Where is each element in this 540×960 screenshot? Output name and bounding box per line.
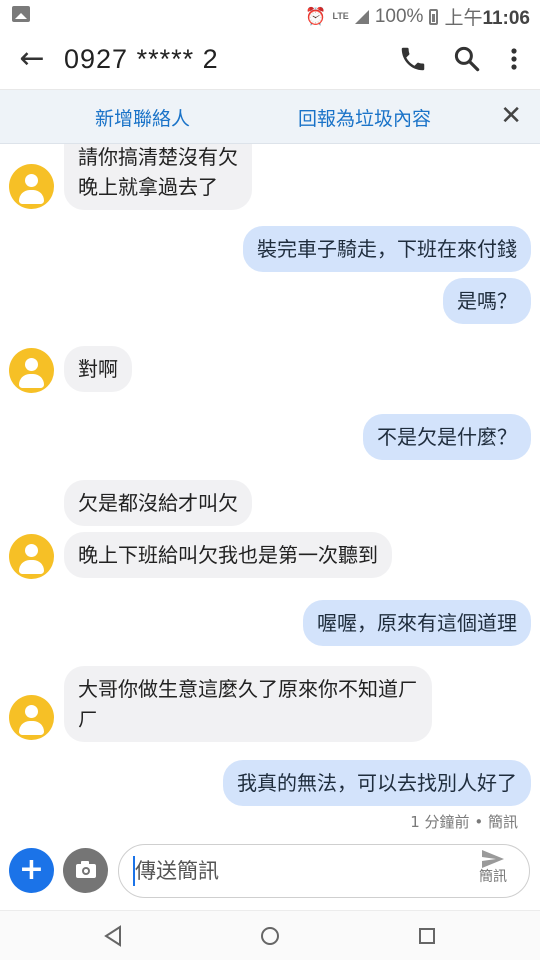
incoming-message[interactable]: 對啊 [64, 346, 132, 392]
incoming-message[interactable]: 晚上下班給叫欠我也是第一次聽到 [64, 532, 392, 578]
outgoing-message[interactable]: 裝完車子騎走，下班在來付錢 [243, 226, 531, 272]
timestamp-time: 1 分鐘前 [410, 813, 470, 831]
phone-icon[interactable] [398, 44, 428, 74]
message-thread[interactable]: 請你搞清楚沒有欠 晚上就拿過去了 裝完車子騎走，下班在來付錢 是嗎？ 對啊 不是… [0, 144, 540, 840]
send-button[interactable]: 簡訊 [473, 849, 513, 893]
more-vert-icon[interactable] [504, 44, 524, 74]
close-icon[interactable]: ✕ [500, 102, 522, 130]
nav-recents-icon[interactable] [417, 926, 437, 946]
outgoing-message[interactable]: 不是欠是什麼？ [363, 414, 531, 460]
camera-icon[interactable] [63, 848, 108, 893]
signal-icon [354, 9, 369, 24]
system-nav-bar [0, 910, 540, 960]
time-value: 11:06 [482, 8, 530, 29]
send-icon [482, 850, 504, 868]
report-spam-button[interactable]: 回報為垃圾內容 [298, 104, 431, 131]
contact-avatar[interactable] [9, 534, 54, 579]
add-contact-button[interactable]: 新增聯絡人 [95, 104, 190, 131]
incoming-message[interactable]: 欠是都沒給才叫欠 [64, 480, 252, 526]
timestamp-separator: • [474, 813, 484, 831]
message-input[interactable] [135, 855, 465, 887]
status-bar: ⏰ LTE 100% 上午11:06 [0, 0, 540, 30]
gallery-notification-icon [12, 6, 30, 22]
send-label: 簡訊 [479, 869, 507, 885]
app-bar: ← 0927 ***** 2 [0, 30, 540, 90]
message-input-wrapper: 簡訊 [118, 844, 530, 898]
incoming-message[interactable]: 請你搞清楚沒有欠 晚上就拿過去了 [64, 144, 252, 210]
time-prefix: 上午 [444, 8, 483, 29]
contact-avatar[interactable] [9, 164, 54, 209]
nav-home-icon[interactable] [259, 925, 281, 947]
battery-percent: 100% [374, 5, 424, 27]
add-icon[interactable]: + [9, 848, 54, 893]
conversation-title: 0927 ***** 2 [64, 44, 219, 74]
unknown-contact-banner: 新增聯絡人 回報為垃圾內容 ✕ [0, 90, 540, 144]
status-indicators: ⏰ LTE 100% 上午11:06 [305, 3, 530, 30]
network-type: LTE [332, 11, 349, 21]
search-icon[interactable] [452, 44, 482, 74]
outgoing-message[interactable]: 是嗎？ [443, 278, 531, 324]
nav-back-icon[interactable] [103, 925, 123, 947]
contact-avatar[interactable] [9, 695, 54, 740]
message-timestamp: 1 分鐘前 • 簡訊 [410, 811, 518, 832]
outgoing-message[interactable]: 喔喔，原來有這個道理 [303, 600, 531, 646]
alarm-icon: ⏰ [305, 6, 327, 26]
timestamp-type: 簡訊 [487, 813, 518, 831]
outgoing-message[interactable]: 我真的無法，可以去找別人好了 [223, 760, 531, 806]
battery-icon [429, 8, 439, 25]
clock: 上午11:06 [444, 3, 530, 30]
back-arrow-icon[interactable]: ← [14, 42, 50, 78]
message-composer: + 簡訊 [0, 840, 540, 910]
contact-avatar[interactable] [9, 348, 54, 393]
incoming-message[interactable]: 大哥你做生意這麼久了原來你不知道ㄏ ㄏ [64, 666, 432, 742]
